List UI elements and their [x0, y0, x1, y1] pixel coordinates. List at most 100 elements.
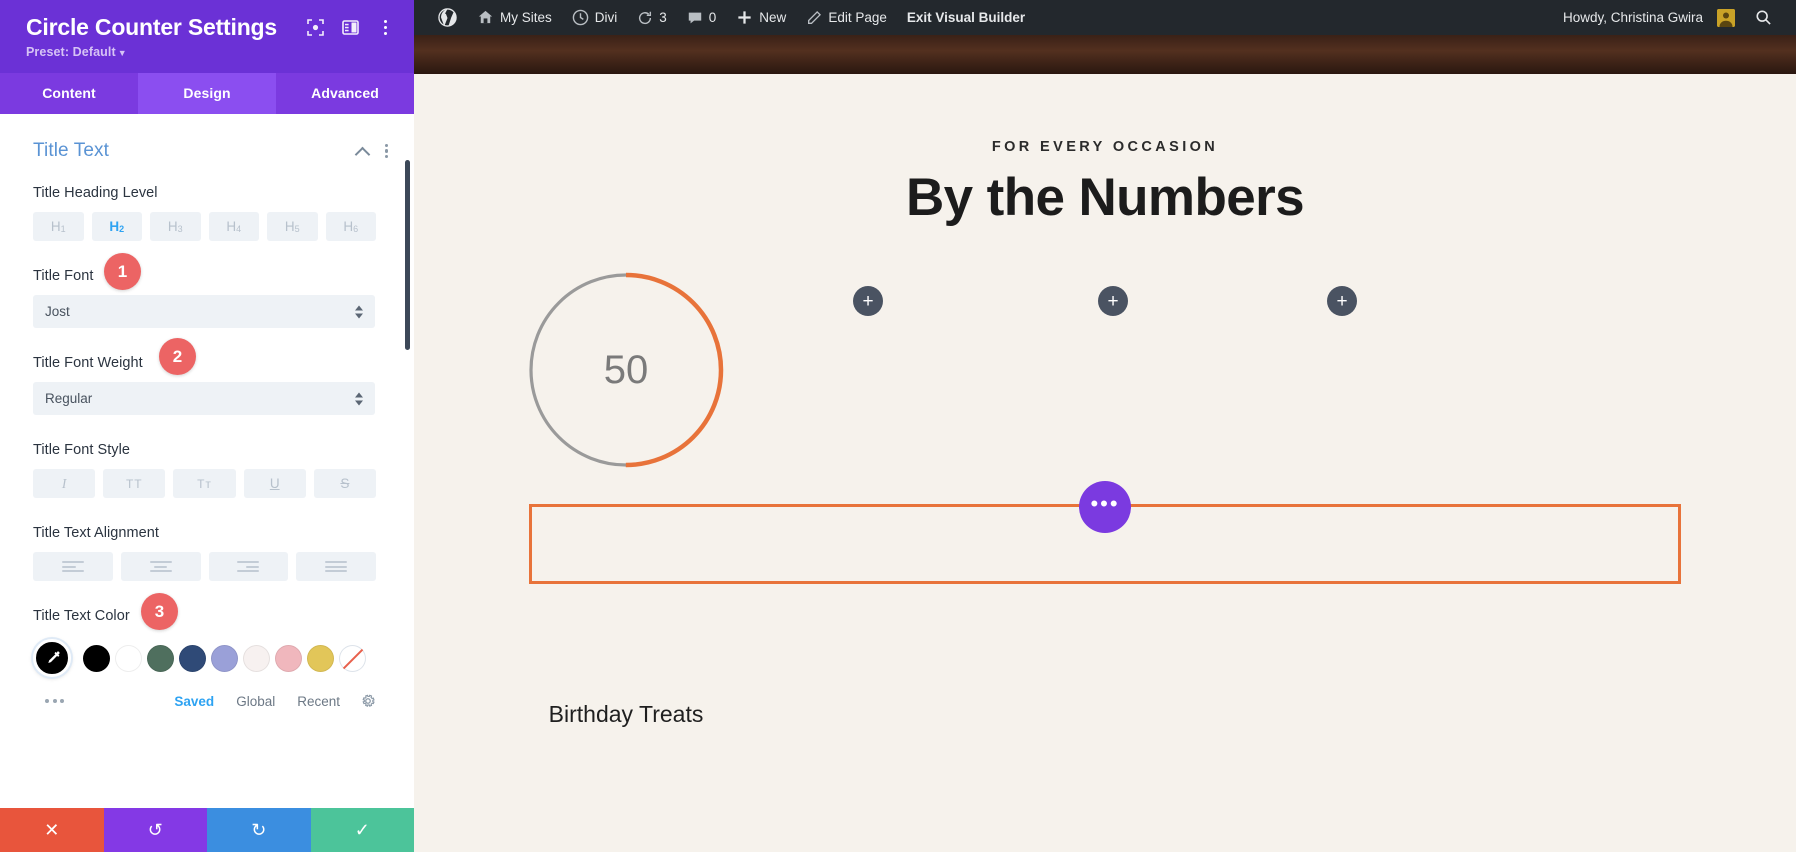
save-button[interactable]: ✓: [310, 808, 414, 852]
wp-admin-bar: My Sites Divi 3 0 New Edit Page Exit Vis…: [414, 0, 1796, 35]
title-font-weight-select[interactable]: Regular: [33, 382, 375, 415]
align-right-icon[interactable]: [208, 552, 289, 581]
field-label: Title Font: [33, 268, 94, 284]
builder-screen: Circle Counter Settings Preset: Default …: [0, 0, 1796, 852]
circle-counter-label: Birthday Treats: [548, 701, 704, 727]
search-icon[interactable]: [1745, 0, 1782, 35]
color-tab-saved[interactable]: Saved: [174, 694, 214, 709]
undo-button[interactable]: ↺: [103, 808, 207, 852]
strikethrough-icon[interactable]: S: [313, 469, 377, 498]
heading-level-h5-num: 5: [294, 223, 300, 234]
preset-selector[interactable]: Preset: Default ▼: [26, 45, 394, 59]
cancel-button[interactable]: ✕: [0, 808, 104, 852]
color-tab-recent[interactable]: Recent: [297, 694, 340, 709]
swatch-periwinkle[interactable]: [211, 644, 238, 672]
field-title-font-weight: Title Font Weight 2 Regular: [0, 338, 414, 415]
more-dots-icon[interactable]: [33, 699, 152, 703]
panel-layout-icon[interactable]: [342, 19, 359, 36]
row-settings-button[interactable]: •••: [1079, 481, 1131, 533]
tab-advanced[interactable]: Advanced: [276, 73, 414, 114]
swatch-blush-pink[interactable]: [275, 644, 302, 672]
preset-label: Preset: Default: [26, 45, 116, 60]
text-alignment-buttons: [33, 552, 376, 581]
wordpress-logo-icon[interactable]: [428, 0, 467, 35]
ab-account[interactable]: Howdy, Christina Gwira: [1553, 0, 1745, 35]
eyedropper-icon[interactable]: [33, 639, 71, 677]
counters-row: 50 Birthday Treats + + + •••: [414, 272, 1796, 727]
align-left-icon[interactable]: [33, 552, 113, 581]
row-highlight-outline[interactable]: •••: [529, 481, 1681, 584]
ab-divi[interactable]: Divi: [562, 0, 628, 35]
more-options-icon[interactable]: [377, 20, 394, 35]
section-eyebrow: FOR EVERY OCCASION: [991, 139, 1219, 155]
select-arrows-icon: [355, 305, 363, 318]
italic-icon[interactable]: I: [33, 469, 96, 498]
circle-counter-value: 50: [603, 347, 649, 392]
redo-button[interactable]: ↻: [207, 808, 311, 852]
heading-level-h4[interactable]: H4: [208, 212, 259, 241]
ab-new[interactable]: New: [726, 0, 796, 35]
uppercase-icon[interactable]: TT: [103, 469, 166, 498]
panel-footer-actions: ✕ ↺ ↻ ✓: [0, 808, 414, 852]
heading-level-h1-num: 1: [60, 223, 66, 234]
swatch-off-white[interactable]: [243, 644, 270, 672]
heading-level-h5[interactable]: H5: [267, 212, 318, 241]
heading-level-h2-num: 2: [119, 223, 125, 234]
ab-my-sites[interactable]: My Sites: [467, 0, 562, 35]
settings-tabs: Content Design Advanced: [0, 73, 414, 114]
ab-divi-label: Divi: [594, 10, 618, 25]
section-title-text: Title Text: [0, 114, 414, 162]
ab-updates-count: 3: [659, 10, 667, 25]
field-label: Title Text Color: [33, 608, 130, 624]
add-module-button-2[interactable]: +: [1098, 286, 1128, 316]
tab-design[interactable]: Design: [138, 73, 276, 114]
swatch-no-color[interactable]: [339, 644, 366, 672]
add-module-button-1[interactable]: +: [853, 286, 883, 316]
color-palette-footer: Saved Global Recent: [0, 693, 414, 709]
panel-header: Circle Counter Settings Preset: Default …: [0, 0, 414, 73]
circle-counter-module[interactable]: 50 Birthday Treats: [528, 272, 724, 728]
tab-content[interactable]: Content: [0, 73, 138, 114]
focus-target-icon[interactable]: [307, 19, 324, 36]
chevron-up-icon[interactable]: [355, 143, 371, 159]
settings-body: Title Text Title Heading Level H1 H2 H3 …: [0, 114, 414, 808]
ab-greeting: Howdy, Christina Gwira: [1562, 10, 1703, 25]
ab-comments[interactable]: 0: [677, 0, 727, 35]
field-title-font: Title Font 1 Jost: [0, 253, 414, 328]
title-font-select[interactable]: Jost: [33, 295, 375, 328]
heading-level-h4-num: 4: [236, 223, 242, 234]
ab-my-sites-label: My Sites: [500, 10, 552, 25]
align-center-icon[interactable]: [120, 552, 201, 581]
ab-edit-page[interactable]: Edit Page: [796, 0, 897, 35]
heading-level-h2[interactable]: H2: [91, 212, 142, 241]
swatch-white[interactable]: [115, 644, 142, 672]
underline-icon[interactable]: U: [243, 469, 306, 498]
swatch-black[interactable]: [83, 644, 110, 672]
ab-updates[interactable]: 3: [627, 0, 677, 35]
section-headline: By the Numbers: [905, 168, 1305, 227]
heading-level-h6[interactable]: H6: [325, 212, 376, 241]
field-title-text-color: Title Text Color 3: [0, 593, 414, 677]
section-options-icon[interactable]: [384, 143, 388, 159]
small-caps-icon[interactable]: Tᴛ: [173, 469, 236, 498]
swatch-gold[interactable]: [307, 644, 334, 672]
heading-level-buttons: H1 H2 H3 H4 H5 H6: [33, 212, 376, 241]
field-label: Title Text Alignment: [33, 525, 159, 541]
field-title-text-alignment: Title Text Alignment: [0, 524, 414, 581]
gear-icon[interactable]: [360, 693, 376, 709]
ab-edit-page-label: Edit Page: [828, 10, 887, 25]
swatch-navy-blue[interactable]: [179, 644, 206, 672]
heading-level-h3-num: 3: [177, 223, 183, 234]
ab-exit-visual-builder[interactable]: Exit Visual Builder: [897, 0, 1035, 35]
color-tab-global[interactable]: Global: [236, 694, 275, 709]
field-label: Title Font Style: [33, 442, 130, 458]
module-settings-panel: Circle Counter Settings Preset: Default …: [0, 0, 414, 852]
add-module-button-3[interactable]: +: [1327, 286, 1357, 316]
font-style-buttons: I TT Tᴛ U S: [33, 469, 377, 498]
field-label: Title Font Weight: [33, 355, 143, 371]
ab-exit-label: Exit Visual Builder: [906, 10, 1026, 25]
heading-level-h3[interactable]: H3: [150, 212, 201, 241]
align-justify-icon[interactable]: [296, 552, 376, 581]
swatch-sage-green[interactable]: [147, 644, 174, 672]
heading-level-h1[interactable]: H1: [33, 212, 84, 241]
